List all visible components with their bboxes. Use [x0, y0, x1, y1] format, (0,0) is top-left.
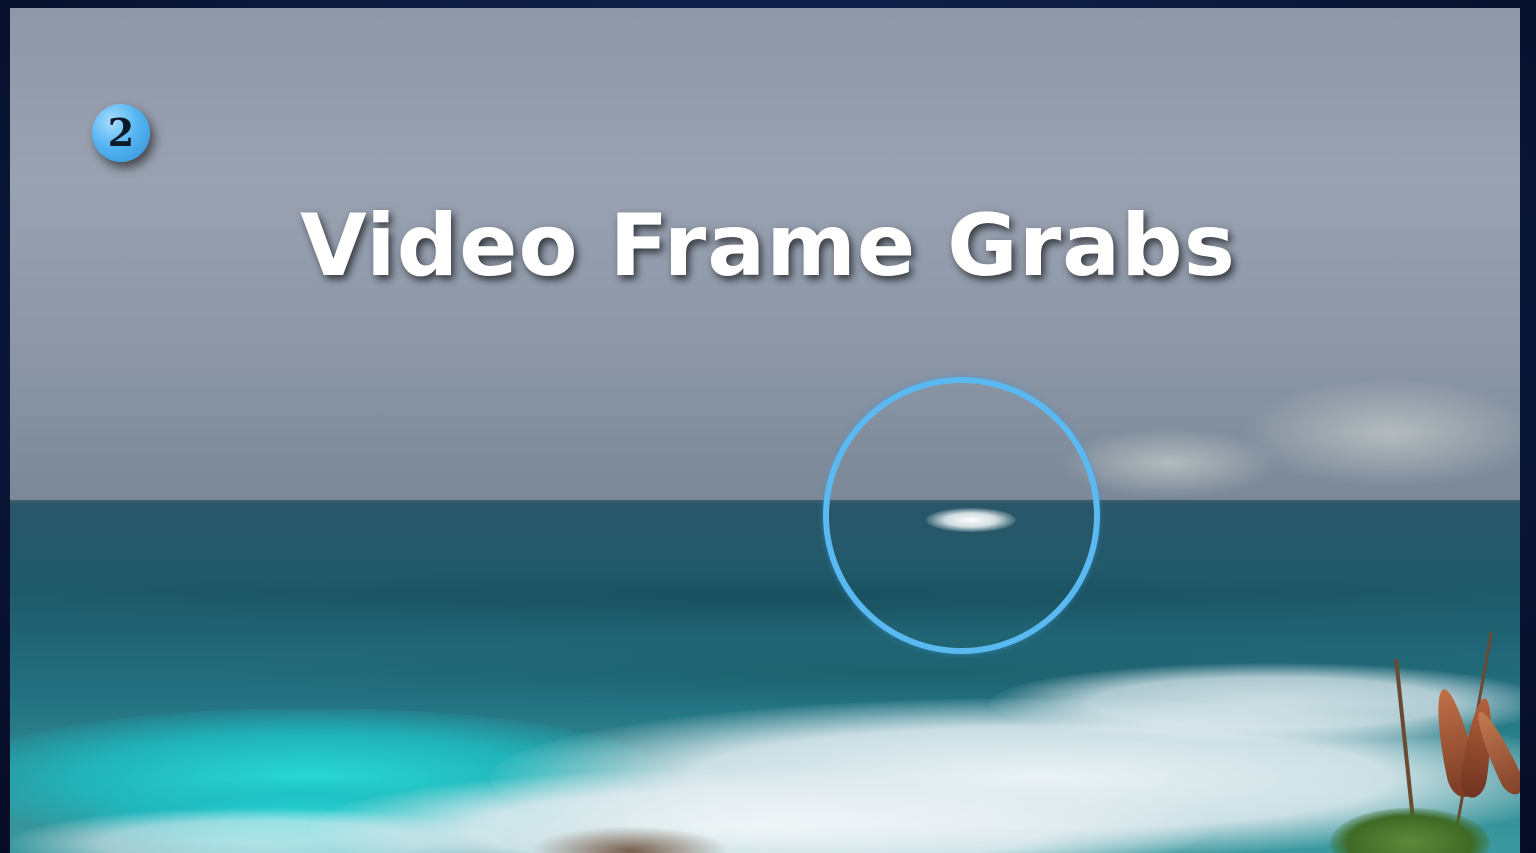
- horizon-line: [10, 500, 1520, 503]
- cloud: [1240, 378, 1520, 488]
- slide-canvas: 2 Video Frame Grabs: [0, 0, 1536, 853]
- slide-title: Video Frame Grabs: [300, 196, 1236, 296]
- highlight-circle-icon: [823, 377, 1100, 654]
- step-number-badge-icon: 2: [92, 104, 150, 162]
- swell: [10, 568, 1520, 628]
- step-number: 2: [107, 110, 135, 155]
- ocean-photo: [10, 8, 1520, 853]
